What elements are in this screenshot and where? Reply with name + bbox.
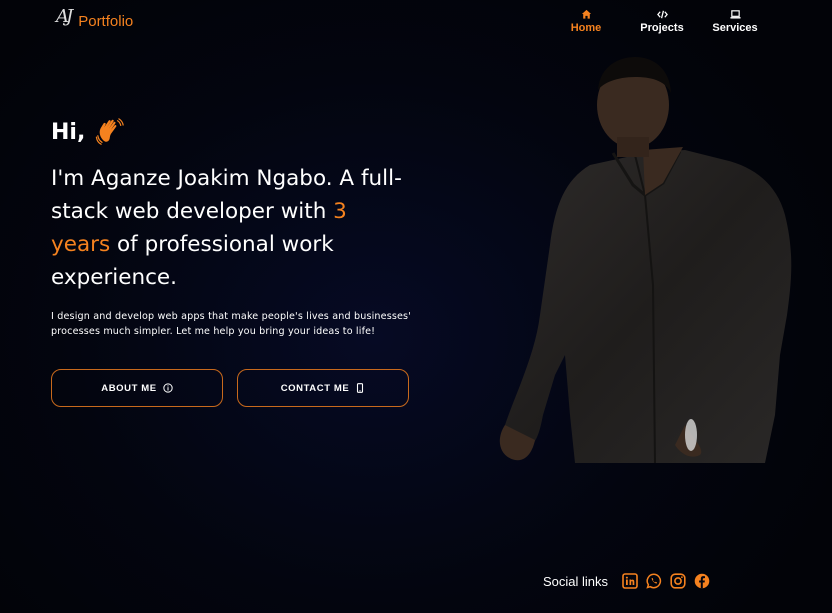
phone-icon — [357, 383, 364, 393]
social-links: Social links — [543, 573, 718, 589]
whatsapp-icon[interactable] — [646, 573, 662, 589]
social-links-label: Social links — [543, 573, 609, 589]
hero-buttons: ABOUT ME CONTACT ME — [51, 369, 409, 407]
facebook-icon[interactable] — [694, 573, 710, 589]
contact-me-label: CONTACT ME — [280, 382, 350, 394]
laptop-icon — [729, 10, 741, 19]
nav-label-home: Home — [570, 22, 602, 34]
logo[interactable]: AJ Portfolio — [56, 6, 134, 30]
about-me-label: ABOUT ME — [101, 382, 157, 394]
greeting: Hi, — [51, 113, 411, 151]
logo-text: Portfolio — [78, 13, 134, 30]
contact-me-button[interactable]: CONTACT ME — [237, 369, 409, 407]
nav-item-services[interactable]: Services — [700, 9, 770, 34]
nav-item-projects[interactable]: Projects — [624, 9, 700, 34]
code-icon — [656, 10, 668, 19]
waving-hand-icon — [96, 118, 125, 145]
top-nav: Home Projects Services — [548, 9, 770, 34]
headline: I'm Aganze Joakim Ngabo. A full-stack we… — [51, 162, 411, 294]
profile-photo — [499, 57, 792, 464]
nav-label-services: Services — [712, 22, 758, 34]
greeting-text: Hi, — [51, 119, 86, 145]
home-icon — [581, 9, 591, 19]
nav-item-home[interactable]: Home — [548, 9, 624, 34]
nav-label-projects: Projects — [640, 22, 684, 34]
about-me-button[interactable]: ABOUT ME — [51, 369, 223, 407]
instagram-icon[interactable] — [670, 573, 686, 589]
info-icon — [163, 383, 173, 393]
logo-mark: AJ — [56, 6, 73, 27]
linkedin-icon[interactable] — [622, 573, 638, 589]
hero-description: I design and develop web apps that make … — [51, 311, 411, 337]
headline-intro: I'm Aganze Joakim Ngabo. A full-stack we… — [51, 166, 402, 224]
hero: Hi, I'm Aganze Joakim Ngabo. A full-stac… — [51, 113, 411, 339]
